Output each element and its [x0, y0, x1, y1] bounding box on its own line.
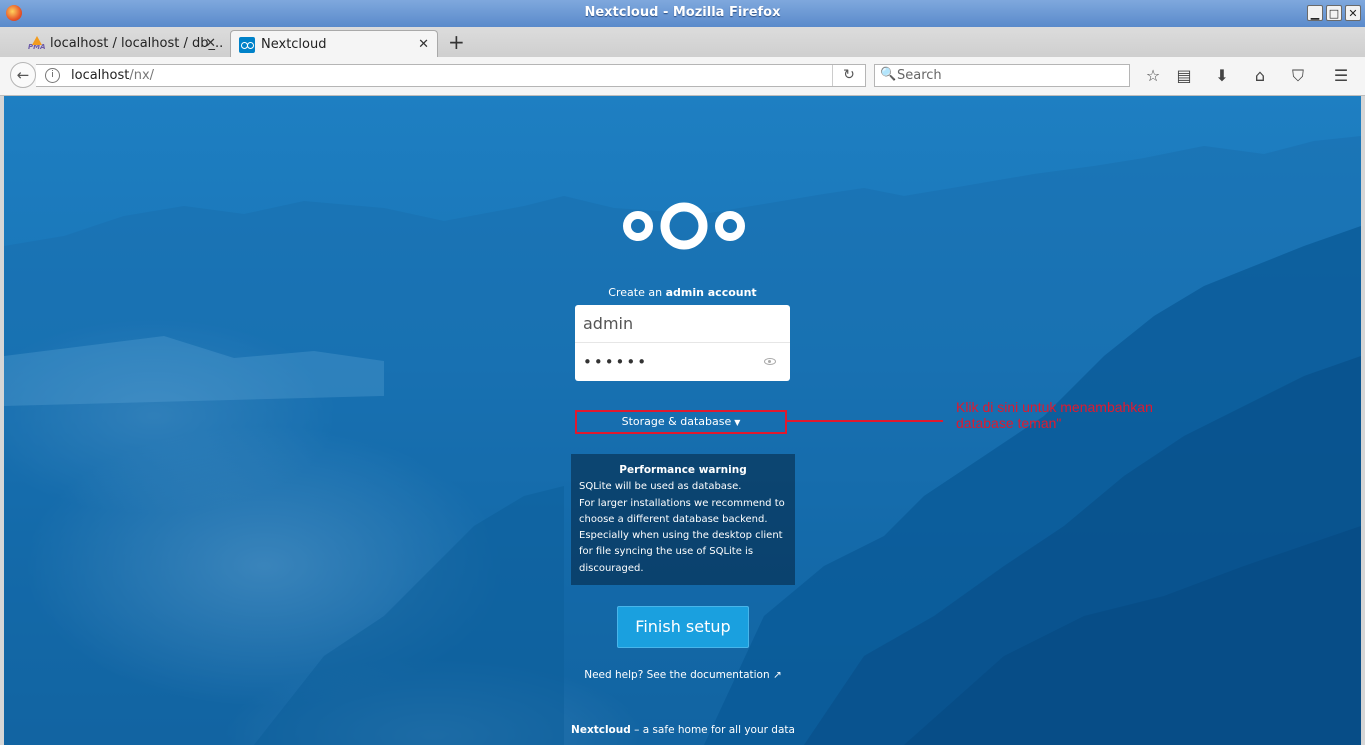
tab-nextcloud[interactable]: Nextcloud ✕: [230, 30, 438, 57]
close-window-button[interactable]: ✕: [1345, 5, 1361, 21]
site-info-icon[interactable]: i: [45, 68, 60, 83]
pocket-icon[interactable]: ⛉: [1287, 65, 1309, 87]
minimize-button[interactable]: ▁: [1307, 5, 1323, 21]
warning-title: Performance warning: [619, 464, 747, 476]
warning-line: discouraged.: [579, 562, 644, 574]
annotation-arrow-line: [787, 420, 943, 422]
search-icon: 🔍: [880, 67, 897, 82]
search-bar[interactable]: 🔍: [874, 64, 1130, 87]
phpmyadmin-icon: PMA: [28, 36, 46, 51]
tab-label: localhost / localhost / db_...: [50, 36, 224, 51]
close-tab-icon[interactable]: ✕: [418, 37, 429, 52]
page-footer: Nextcloud – a safe home for all your dat…: [571, 724, 795, 736]
storage-database-toggle[interactable]: Storage & database ▼: [575, 410, 787, 434]
maximize-button[interactable]: □: [1326, 5, 1342, 21]
warning-line: choose a different database backend.: [579, 513, 768, 525]
menu-icon[interactable]: ☰: [1330, 65, 1352, 87]
warning-line: for file syncing the use of SQLite is: [579, 546, 754, 558]
annotation-text: Klik di sini untuk menambahkan database …: [956, 399, 1153, 431]
finish-setup-button[interactable]: Finish setup: [617, 606, 749, 648]
chevron-down-icon: ▼: [734, 418, 741, 427]
username-field[interactable]: admin: [575, 305, 790, 343]
warning-line: Especially when using the desktop client: [579, 530, 783, 542]
nextcloud-icon: [239, 37, 255, 53]
tab-strip: PMA localhost / localhost / db_... ✕ Nex…: [0, 27, 1365, 57]
back-button[interactable]: ←: [10, 62, 36, 88]
url-bar[interactable]: i localhost/nx/ ↻: [36, 64, 866, 87]
nextcloud-logo: [623, 202, 745, 250]
home-icon[interactable]: ⌂: [1249, 65, 1271, 87]
search-input[interactable]: [897, 66, 1122, 85]
admin-credentials-form: admin ••••••: [575, 305, 790, 381]
warning-line: SQLite will be used as database.: [579, 481, 742, 493]
reload-button[interactable]: ↻: [832, 65, 865, 86]
window-titlebar: Nextcloud - Mozilla Firefox ▁ □ ✕: [0, 0, 1365, 28]
show-password-icon[interactable]: [764, 358, 776, 365]
window-title: Nextcloud - Mozilla Firefox: [584, 5, 781, 20]
navigation-bar: i localhost/nx/ ↻ ← 🔍 ☆ ▤ ⬇ ⌂ ⛉ ☰: [0, 57, 1365, 96]
tab-phpmyadmin[interactable]: PMA localhost / localhost / db_... ✕: [24, 30, 224, 57]
new-tab-button[interactable]: +: [448, 30, 465, 54]
documentation-link[interactable]: Need help? See the documentation ↗: [544, 669, 822, 681]
bookmark-star-icon[interactable]: ☆: [1142, 65, 1164, 87]
create-admin-heading: Create an admin account: [608, 286, 757, 299]
url-text: localhost/nx/: [71, 68, 155, 83]
window-controls: ▁ □ ✕: [1307, 5, 1361, 21]
close-tab-icon[interactable]: ✕: [205, 36, 216, 51]
reading-list-icon[interactable]: ▤: [1173, 65, 1195, 87]
tab-label: Nextcloud: [261, 36, 327, 52]
warning-line: For larger installations we recommend to: [579, 497, 785, 509]
performance-warning: Performance warning SQLite will be used …: [571, 454, 795, 585]
downloads-icon[interactable]: ⬇: [1211, 65, 1233, 87]
page-content: Create an admin account admin •••••• Sto…: [4, 96, 1361, 745]
password-field[interactable]: ••••••: [575, 343, 790, 381]
